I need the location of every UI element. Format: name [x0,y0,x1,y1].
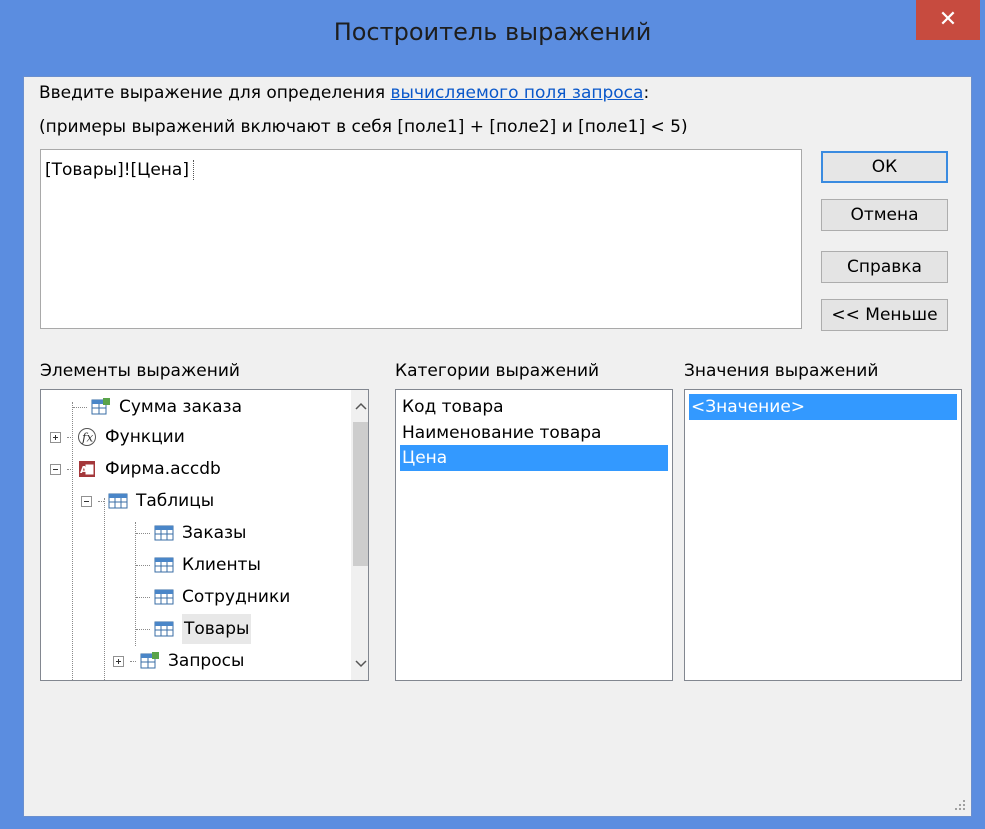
expand-icon[interactable] [113,655,124,667]
tree-connector [67,436,73,438]
title-bar[interactable]: Построитель выражений ✕ [0,0,985,76]
ok-button[interactable]: ОК [821,151,948,183]
list-item[interactable]: Наименование товара [400,420,668,446]
tree-connector [136,564,150,566]
expression-builder-window: Построитель выражений ✕ Введите выражени… [0,0,985,829]
collapse-icon[interactable] [50,463,61,475]
access-database-icon: A [79,461,95,477]
function-icon: fx [78,428,96,446]
tree-connector [136,628,150,630]
tree-item[interactable]: Сумма заказа [73,392,242,422]
categories-label: Категории выражений [395,361,600,381]
cancel-button[interactable]: Отмена [821,199,948,231]
list-item[interactable]: Код товара [400,394,668,420]
list-item-selected[interactable]: <Значение> [689,394,957,420]
tree-item-label: Фирма.accdb [105,459,221,479]
tree-connector [136,532,150,534]
tree-connector [130,660,136,662]
values-label: Значения выражений [684,361,879,381]
table-icon [108,493,128,509]
window-title: Построитель выражений [333,18,652,46]
tree-item-label: Заказы [182,523,247,543]
list-item-selected[interactable]: Цена [400,445,668,471]
table-icon [154,525,174,541]
tree-item-selected[interactable]: Товары [136,614,252,644]
tree-connector [67,468,73,470]
prompt-prefix: Введите выражение для определения [39,83,391,103]
tree-item-label: Сумма заказа [119,397,243,417]
tree-item[interactable]: fx Функции [50,422,185,452]
text-caret [192,160,194,180]
scroll-up-icon[interactable] [351,396,368,416]
tree-item-label: Запросы [168,651,245,671]
tree-item[interactable]: Запросы [113,646,244,676]
expression-categories-list[interactable]: Код товара Наименование товара Цена [395,389,673,681]
prompt-line-1: Введите выражение для определения вычисл… [39,83,649,103]
collapse-icon[interactable] [81,495,92,507]
tree-item[interactable]: Сотрудники [136,582,290,612]
tree-item[interactable]: Клиенты [136,550,261,580]
expression-input[interactable]: [Товары]![Цена] [40,149,802,329]
tree-item-label: Функции [105,427,185,447]
dialog-body: Введите выражение для определения вычисл… [23,76,972,817]
close-button[interactable]: ✕ [916,0,980,40]
svg-text:A: A [80,465,88,476]
tree-item[interactable]: Заказы [136,518,246,548]
table-icon [154,557,174,573]
svg-text:fx: fx [81,431,93,445]
resize-grip-icon[interactable] [953,798,967,812]
table-icon [154,589,174,605]
query-icon [91,398,110,415]
tree-connector [136,596,150,598]
tree-connector [73,406,87,408]
tree-item-label: Таблицы [136,491,215,511]
tree-item-label: Клиенты [182,555,261,575]
help-button[interactable]: Справка [821,251,948,283]
expression-elements-tree[interactable]: Сумма заказа fx Функции A Фирма.accdb Та… [40,389,369,681]
calculated-field-link[interactable]: вычисляемого поля запроса [391,83,644,103]
table-icon [154,621,174,637]
query-icon [140,652,159,669]
elements-label: Элементы выражений [40,361,240,381]
scroll-thumb[interactable] [353,422,368,566]
tree-item-label: Товары [182,614,252,644]
expression-text: [Товары]![Цена] [45,160,189,180]
less-button[interactable]: << Меньше [821,299,948,331]
prompt-line-2: (примеры выражений включают в себя [поле… [39,117,688,137]
prompt-suffix: : [643,83,650,103]
tree-item[interactable]: A Фирма.accdb [50,454,221,484]
tree-connector [98,500,104,502]
scroll-down-icon[interactable] [351,654,368,674]
tree-scrollbar[interactable] [351,390,368,680]
expression-values-list[interactable]: <Значение> [684,389,962,681]
tree-item-label: Сотрудники [182,587,291,607]
tree-item[interactable]: Таблицы [81,486,214,516]
tree-guide-line [104,498,105,680]
expand-icon[interactable] [50,431,61,443]
